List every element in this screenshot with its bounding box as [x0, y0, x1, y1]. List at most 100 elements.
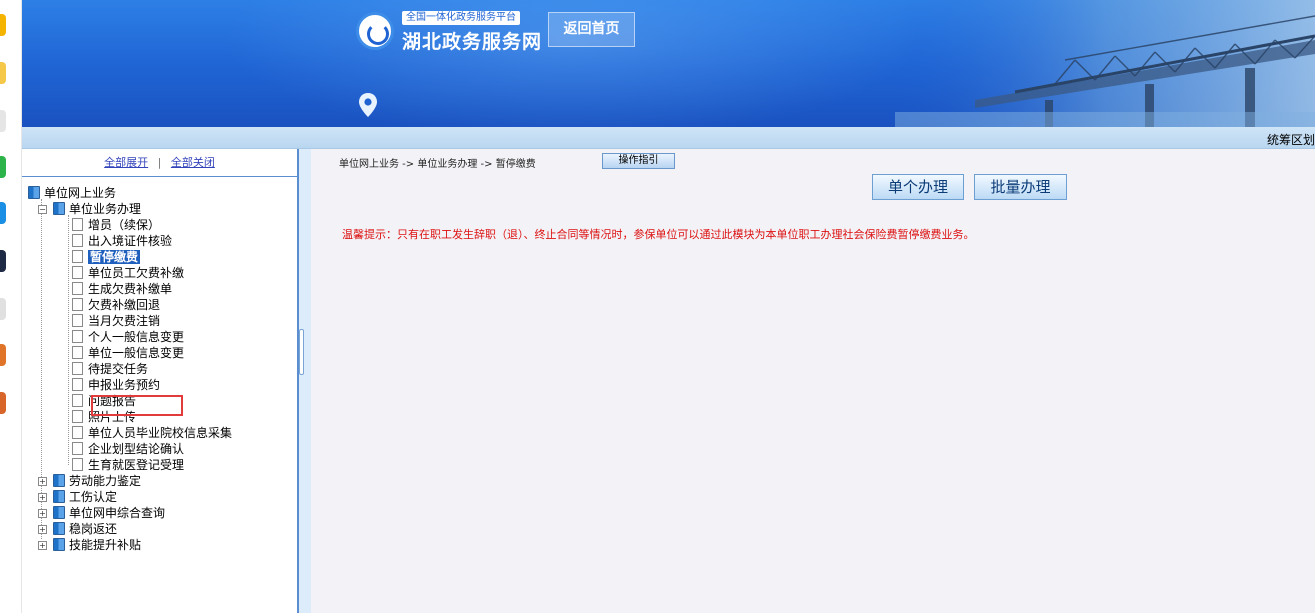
collapse-all-link[interactable]: 全部关闭: [171, 156, 215, 169]
tree-item-label: 企业划型结论确认: [88, 442, 185, 456]
document-icon: [72, 378, 83, 391]
tree-item[interactable]: 当月欠费注销: [72, 313, 160, 329]
folder-book-icon: [53, 202, 65, 215]
splitter-handle[interactable]: [299, 329, 304, 375]
emblem-icon: [356, 12, 394, 50]
document-icon: [72, 362, 83, 375]
tree-item-label: 生育就医登记受理: [88, 458, 185, 472]
document-icon: [72, 410, 83, 423]
tree-group-label: 工伤认定: [69, 490, 118, 504]
dock-app-icon[interactable]: [0, 14, 6, 36]
tree-item[interactable]: 增员（续保）: [72, 217, 160, 233]
document-icon: [72, 426, 83, 439]
folder-book-icon: [53, 538, 65, 551]
dock-app-icon[interactable]: [0, 62, 6, 84]
document-icon: [72, 458, 83, 471]
tree-item-label: 出入境证件核验: [88, 234, 173, 248]
tree-item-label: 单位员工欠费补缴: [88, 266, 185, 280]
location-pin-icon[interactable]: [358, 92, 378, 118]
logo-tagline: 全国一体化政务服务平台: [402, 11, 520, 25]
dock-app-icon[interactable]: [0, 392, 6, 414]
folder-book-icon: [53, 490, 65, 503]
tree-item[interactable]: 出入境证件核验: [72, 233, 172, 249]
document-icon: [72, 314, 83, 327]
expand-toggle-icon[interactable]: +: [38, 477, 47, 486]
tree-item-label: 待提交任务: [88, 362, 149, 376]
folder-book-icon: [53, 522, 65, 535]
dock-app-icon[interactable]: [0, 202, 6, 224]
tree-item[interactable]: 个人一般信息变更: [72, 329, 184, 345]
tree-group-unit-business[interactable]: − 单位业务办理: [38, 201, 141, 217]
dock-app-icon[interactable]: [0, 110, 6, 132]
tree-group-collapsed[interactable]: + 稳岗返还: [38, 521, 117, 537]
app-dock: [0, 0, 22, 613]
tree-item[interactable]: 欠费补缴回退: [72, 297, 160, 313]
expand-all-link[interactable]: 全部展开: [104, 156, 148, 169]
tree-item-label: 单位一般信息变更: [88, 346, 185, 360]
tree-item[interactable]: 申报业务预约: [72, 377, 160, 393]
folder-book-icon: [53, 474, 65, 487]
tree-group-collapsed[interactable]: + 技能提升补贴: [38, 537, 141, 553]
tree-controls: 全部展开 | 全部关闭: [22, 149, 297, 177]
tree-root-label: 单位网上业务: [44, 186, 117, 200]
tree-item[interactable]: 单位人员毕业院校信息采集: [72, 425, 232, 441]
document-icon: [72, 282, 83, 295]
return-home-button[interactable]: 返回首页: [548, 12, 635, 47]
document-icon: [72, 250, 83, 263]
document-icon: [72, 346, 83, 359]
tree-item[interactable]: 生成欠费补缴单: [72, 281, 172, 297]
document-icon: [72, 394, 83, 407]
bridge-illustration: [895, 0, 1315, 127]
document-icon: [72, 298, 83, 311]
region-label[interactable]: 统筹区划: [1267, 131, 1315, 148]
tree-group-label: 单位网申综合查询: [69, 506, 166, 520]
tree-item[interactable]: 单位员工欠费补缴: [72, 265, 184, 281]
tree-item-label: 个人一般信息变更: [88, 330, 185, 344]
folder-book-icon: [53, 506, 65, 519]
tree-item-label: 申报业务预约: [88, 378, 161, 392]
main-content: 单位网上业务 -> 单位业务办理 -> 暂停缴费 操作指引 单个办理 批量办理 …: [311, 149, 1315, 613]
operation-guide-button[interactable]: 操作指引: [602, 153, 675, 169]
tree-group-collapsed[interactable]: + 工伤认定: [38, 489, 117, 505]
document-icon: [72, 234, 83, 247]
tree-group-collapsed[interactable]: + 单位网申综合查询: [38, 505, 165, 521]
tree-item-label: 增员（续保）: [88, 218, 161, 232]
expand-toggle-icon[interactable]: +: [38, 509, 47, 518]
separator: |: [157, 156, 162, 169]
warm-tip-text: 温馨提示：只有在职工发生辞职（退）、终止合同等情况时，参保单位可以通过此模块为本…: [342, 228, 975, 241]
tree-group-label: 单位业务办理: [69, 202, 142, 216]
expand-toggle-icon[interactable]: +: [38, 541, 47, 550]
selection-highlight-box: [91, 395, 183, 416]
batch-process-button[interactable]: 批量办理: [974, 174, 1067, 200]
expand-toggle-icon[interactable]: +: [38, 525, 47, 534]
tree-group-label: 技能提升补贴: [69, 538, 142, 552]
panel-splitter[interactable]: [299, 149, 311, 613]
navigation-tree-panel: 全部展开 | 全部关闭 单位网上业务 − 单位业务办理 增员（续保） 出入境证件核…: [22, 149, 299, 613]
tree-item-selected[interactable]: 暂停缴费: [72, 249, 141, 265]
tree-group-label: 劳动能力鉴定: [69, 474, 142, 488]
collapse-toggle-icon[interactable]: −: [38, 205, 47, 214]
dock-app-icon[interactable]: [0, 156, 6, 178]
tree-item-label: 当月欠费注销: [88, 314, 161, 328]
tree-item[interactable]: 企业划型结论确认: [72, 441, 184, 457]
expand-toggle-icon[interactable]: +: [38, 493, 47, 502]
breadcrumb: 单位网上业务 -> 单位业务办理 -> 暂停缴费: [339, 159, 536, 170]
dock-app-icon[interactable]: [0, 250, 6, 272]
tree-item[interactable]: 生育就医登记受理: [72, 457, 184, 473]
dock-app-icon[interactable]: [0, 298, 6, 320]
single-process-button[interactable]: 单个办理: [872, 174, 964, 200]
tree-group-collapsed[interactable]: + 劳动能力鉴定: [38, 473, 141, 489]
tree-item[interactable]: 单位一般信息变更: [72, 345, 184, 361]
sub-toolbar: 统筹区划: [22, 127, 1315, 149]
document-icon: [72, 218, 83, 231]
document-icon: [72, 266, 83, 279]
document-icon: [72, 330, 83, 343]
tree-root[interactable]: 单位网上业务: [28, 185, 116, 201]
logo-title: 湖北政务服务网: [402, 31, 543, 53]
tree-group-label: 稳岗返还: [69, 522, 118, 536]
dock-app-icon[interactable]: [0, 344, 6, 366]
tree-item-label: 生成欠费补缴单: [88, 282, 173, 296]
tree-item-label: 单位人员毕业院校信息采集: [88, 426, 233, 440]
tree-item[interactable]: 待提交任务: [72, 361, 148, 377]
site-logo[interactable]: 全国一体化政务服务平台 湖北政务服务网: [356, 9, 541, 53]
